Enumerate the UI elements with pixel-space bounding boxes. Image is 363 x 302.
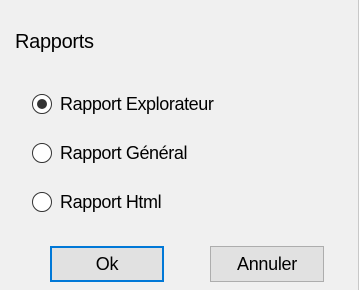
radio-button-icon[interactable] — [32, 143, 52, 163]
radio-label-rapport-html: Rapport Html — [60, 192, 162, 212]
radio-option-rapport-general[interactable]: Rapport Général — [32, 139, 187, 167]
title-bar: Rapports — [0, 0, 358, 60]
radio-button-selected-icon[interactable] — [32, 94, 52, 114]
ok-button[interactable]: Ok — [50, 246, 164, 282]
radio-option-rapport-explorateur[interactable]: Rapport Explorateur — [32, 90, 214, 118]
radio-button-icon[interactable] — [32, 192, 52, 212]
cancel-button[interactable]: Annuler — [210, 246, 324, 282]
radio-label-rapport-explorateur: Rapport Explorateur — [60, 94, 214, 114]
dialog-title: Rapports — [15, 31, 94, 53]
radio-label-rapport-general: Rapport Général — [60, 143, 188, 163]
radio-option-rapport-html[interactable]: Rapport Html — [32, 188, 162, 216]
rapports-dialog: Rapports Rapport Explorateur Rapport Gén… — [0, 0, 359, 290]
